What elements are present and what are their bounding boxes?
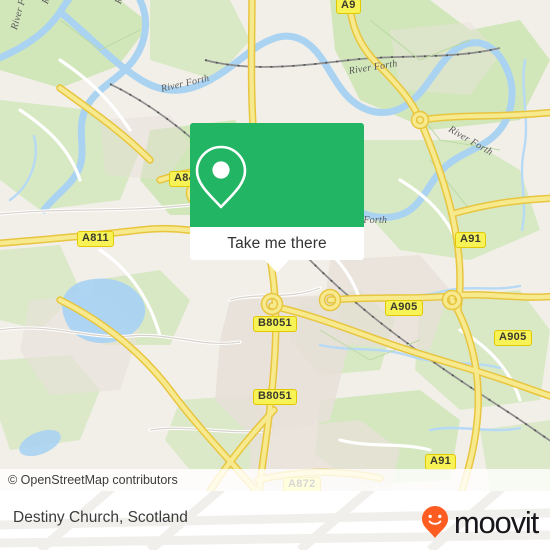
footer-bar: Destiny Church, Scotland moovit [0, 491, 550, 550]
moovit-wordmark: moovit [453, 504, 539, 540]
take-me-there-popup[interactable]: Take me there [190, 123, 364, 273]
take-me-there-button[interactable]: Take me there [190, 227, 364, 260]
popup-header [190, 123, 364, 227]
road-shield: A905 [494, 330, 532, 346]
moovit-logo[interactable]: moovit [420, 504, 539, 540]
take-me-there-label: Take me there [227, 234, 327, 252]
road-shield: A905 [385, 300, 423, 316]
road-shield: A91 [425, 454, 457, 470]
moovit-smiley-pin-icon [421, 506, 448, 538]
popup-tail-icon [265, 260, 289, 273]
attribution-bar: © OpenStreetMap contributors [0, 469, 550, 491]
moovit-map-share-card: A9 A84 A811 A91 B8051 A905 A905 B8051 A9… [0, 0, 550, 550]
place-title: Destiny Church, Scotland [13, 509, 188, 526]
map-canvas[interactable]: A9 A84 A811 A91 B8051 A905 A905 B8051 A9… [0, 0, 550, 491]
road-shield: B8051 [253, 389, 297, 405]
road-shield: A9 [336, 0, 361, 14]
osm-attribution: © OpenStreetMap contributors [8, 473, 178, 487]
road-shield: A91 [455, 232, 487, 248]
road-shield: A811 [77, 231, 114, 247]
road-shield: B8051 [253, 316, 297, 332]
